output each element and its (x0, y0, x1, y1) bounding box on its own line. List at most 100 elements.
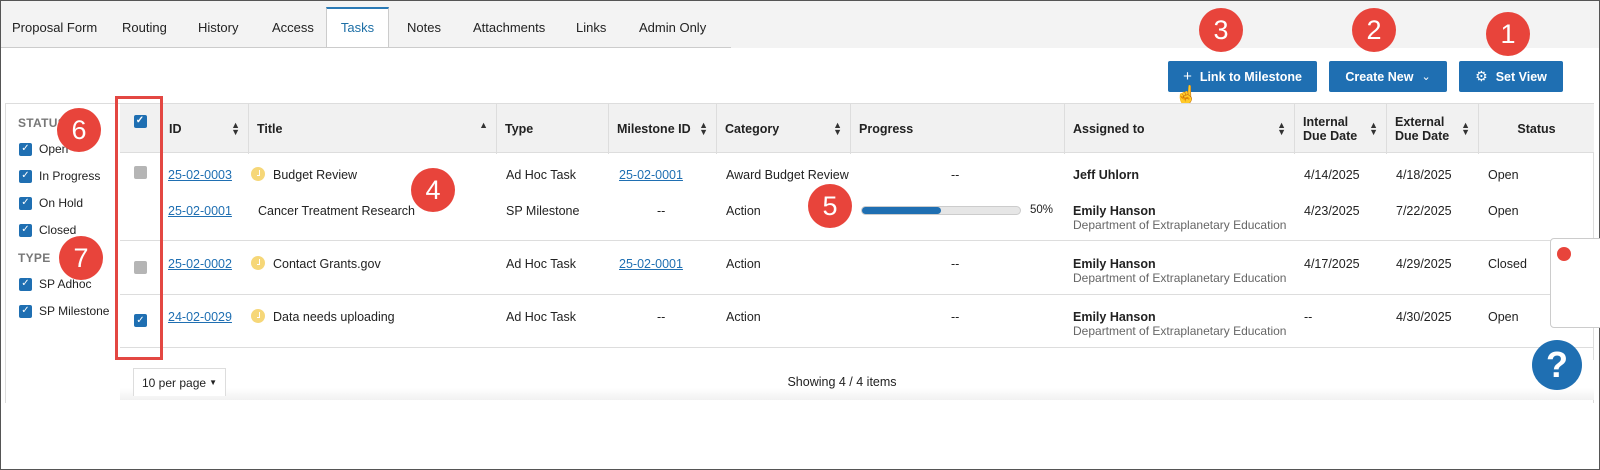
milestone-id-link[interactable]: 25-02-0001 (619, 168, 683, 182)
tab-proposal-form[interactable]: Proposal Form (0, 7, 109, 48)
task-category: Award Budget Review (726, 168, 849, 182)
filter-status-in-progress[interactable]: ✓ In Progress (19, 169, 100, 183)
task-status: Open (1488, 204, 1519, 218)
row-divider (120, 294, 1594, 295)
column-label: Type (505, 122, 534, 136)
set-view-label: Set View (1495, 69, 1547, 84)
internal-due-date: 4/23/2025 (1304, 204, 1360, 218)
create-new-button[interactable]: Create New ⌄ (1329, 61, 1447, 92)
column-header-type[interactable]: Type (496, 104, 608, 154)
checkbox-checked-icon[interactable]: ✓ (19, 223, 32, 237)
question-mark-icon: ? (1546, 344, 1568, 385)
set-view-button[interactable]: ⚙ Set View (1459, 61, 1563, 92)
clock-icon (251, 256, 265, 270)
column-header-category[interactable]: Category ▲ ▼ (716, 104, 850, 154)
task-status: Open (1488, 310, 1519, 324)
task-status: Closed (1488, 257, 1527, 271)
external-due-date: 7/22/2025 (1396, 204, 1452, 218)
per-page-label: 10 per page (142, 375, 207, 390)
assignee-name: Emily Hanson (1073, 310, 1156, 324)
internal-due-date: 4/14/2025 (1304, 168, 1360, 182)
callout-badge-7: 7 (59, 236, 103, 280)
sort-icon[interactable]: ▲ ▼ (231, 121, 240, 137)
tab-notes[interactable]: Notes (395, 7, 453, 48)
task-type: Ad Hoc Task (506, 168, 576, 182)
tab-routing[interactable]: Routing (110, 7, 179, 48)
tab-attachments[interactable]: Attachments (461, 7, 557, 48)
notification-dot-icon (1557, 247, 1571, 261)
task-title[interactable]: Budget Review (251, 167, 357, 182)
row-divider (120, 347, 1594, 348)
link-to-milestone-label: Link to Milestone (1199, 69, 1302, 84)
task-progress: -- (951, 257, 960, 271)
assignee-name: Emily Hanson (1073, 257, 1156, 271)
column-header-id[interactable]: ID ▲ ▼ (160, 104, 248, 154)
column-header-status[interactable]: Status (1478, 104, 1594, 154)
column-header-external-due-date[interactable]: External Due Date ▲ ▼ (1386, 104, 1478, 154)
assignee-name: Jeff Uhlorn (1073, 168, 1139, 182)
filter-status-on-hold[interactable]: ✓ On Hold (19, 196, 83, 210)
assignee-department: Department of Extraplanetary Education (1073, 324, 1287, 338)
milestone-id-link[interactable]: 25-02-0001 (619, 257, 683, 271)
column-label: Status (1517, 122, 1556, 136)
help-button[interactable]: ? (1532, 340, 1582, 390)
chevron-down-icon: ⌄ (1421, 71, 1431, 83)
create-new-label: Create New (1345, 69, 1414, 84)
task-id-link[interactable]: 25-02-0002 (168, 257, 232, 271)
column-header-progress[interactable]: Progress (850, 104, 1064, 154)
sort-icon[interactable]: ▲ ▼ (833, 121, 842, 137)
plus-icon: + (1183, 68, 1192, 85)
sort-icon[interactable]: ▲ ▼ (699, 121, 708, 137)
column-header-milestone-id[interactable]: Milestone ID ▲ ▼ (608, 104, 716, 154)
task-type: SP Milestone (506, 204, 580, 218)
filter-type-sp-milestone[interactable]: ✓ SP Milestone (19, 304, 109, 318)
row-divider (120, 240, 1594, 241)
type-filter-heading: TYPE (18, 251, 51, 265)
checkbox-checked-icon[interactable]: ✓ (19, 304, 32, 318)
checkbox-checked-icon[interactable]: ✓ (19, 196, 32, 210)
caret-down-icon: ▼ (209, 378, 217, 387)
filter-status-closed[interactable]: ✓ Closed (19, 223, 76, 237)
checkbox-checked-icon[interactable]: ✓ (19, 169, 32, 183)
task-id-link[interactable]: 25-02-0003 (168, 168, 232, 182)
external-due-date: 4/18/2025 (1396, 168, 1452, 182)
task-type: Ad Hoc Task (506, 257, 576, 271)
checkbox-checked-icon[interactable]: ✓ (19, 277, 32, 291)
column-header-title[interactable]: Title ▲ (248, 104, 496, 154)
sort-icon[interactable]: ▲ ▼ (1369, 121, 1378, 137)
column-header-internal-due-date[interactable]: Internal Due Date ▲ ▼ (1294, 104, 1386, 154)
column-label: Internal Due Date (1303, 115, 1358, 143)
milestone-id: -- (657, 204, 666, 218)
column-label: External Due Date (1395, 115, 1450, 143)
filter-label: Closed (39, 223, 77, 237)
tab-admin-only[interactable]: Admin Only (627, 7, 718, 48)
filter-status-open[interactable]: ✓ Open (19, 142, 68, 156)
callout-badge-1: 1 (1486, 12, 1530, 56)
sort-ascending-icon[interactable]: ▲ (479, 120, 488, 129)
task-title[interactable]: Data needs uploading (251, 309, 395, 324)
task-category: Action (726, 204, 761, 218)
filter-label: SP Milestone (39, 304, 110, 318)
internal-due-date: -- (1304, 310, 1313, 324)
sort-icon[interactable]: ▲ ▼ (1277, 121, 1286, 137)
filter-label: In Progress (39, 169, 101, 183)
milestone-id: -- (657, 310, 666, 324)
task-progress: -- (951, 168, 960, 182)
task-title[interactable]: Cancer Treatment Research (258, 204, 415, 218)
task-id-link[interactable]: 25-02-0001 (168, 204, 232, 218)
tab-access[interactable]: Access (260, 7, 326, 48)
column-header-assigned-to[interactable]: Assigned to ▲ ▼ (1064, 104, 1294, 154)
tab-tasks[interactable]: Tasks (326, 7, 389, 48)
per-page-select[interactable]: 10 per page ▼ (133, 368, 226, 396)
table-header: ✓ ID ▲ ▼ Title ▲ Type Milestone ID ▲ ▼ Catego… (120, 103, 1594, 154)
tab-links[interactable]: Links (564, 7, 618, 48)
task-title[interactable]: Contact Grants.gov (251, 256, 381, 271)
checkbox-checked-icon[interactable]: ✓ (19, 142, 32, 156)
task-status: Open (1488, 168, 1519, 182)
progress-bar (861, 206, 1021, 215)
tab-history[interactable]: History (186, 7, 250, 48)
sort-icon[interactable]: ▲ ▼ (1461, 121, 1470, 137)
callout-badge-6: 6 (57, 108, 101, 152)
pagination-summary: Showing 4 / 4 items (787, 375, 897, 389)
task-id-link[interactable]: 24-02-0029 (168, 310, 232, 324)
